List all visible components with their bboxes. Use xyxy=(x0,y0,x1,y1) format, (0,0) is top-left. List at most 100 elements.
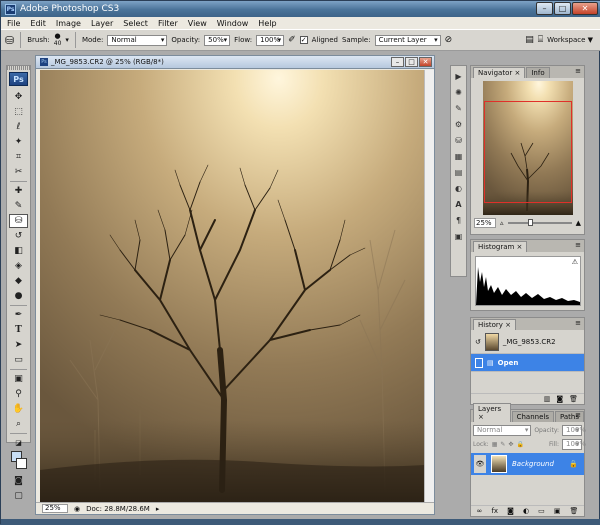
eraser-tool-icon[interactable]: ◧ xyxy=(9,244,28,258)
history-snapshot-row[interactable]: ↺ _MG_9853.CR2 xyxy=(471,330,584,354)
zoom-tool-icon[interactable]: ⌕ xyxy=(9,417,28,431)
ignore-adjustment-layers-icon[interactable]: ⊘ xyxy=(445,35,453,45)
hand-tool-icon[interactable]: ✋ xyxy=(9,402,28,416)
layer-style-icon[interactable]: fx xyxy=(491,507,498,515)
opacity-input[interactable]: 50% xyxy=(204,34,231,46)
default-colors-icon[interactable]: ◪ xyxy=(9,436,28,450)
menu-filter[interactable]: Filter xyxy=(158,19,178,28)
panel-menu-icon[interactable]: ≡ xyxy=(575,319,581,327)
type-tool-icon[interactable]: T xyxy=(9,323,28,337)
clone-source-icon[interactable]: ⛁ xyxy=(452,134,465,146)
status-info-icon[interactable]: ◉ xyxy=(74,505,80,513)
magic-wand-tool-icon[interactable]: ✦ xyxy=(9,135,28,149)
airbrush-icon[interactable]: ✐ xyxy=(288,35,296,45)
zoom-level-field[interactable]: 25% xyxy=(42,504,68,513)
history-step-row[interactable]: ▤ Open xyxy=(471,354,584,372)
tool-presets-icon[interactable]: ⚙ xyxy=(452,118,465,130)
lasso-tool-icon[interactable]: ℓ xyxy=(9,120,28,134)
brush-picker[interactable]: ● 40 xyxy=(54,33,62,48)
sample-select[interactable]: Current Layer xyxy=(374,34,441,46)
screen-mode-icon[interactable]: ▢ xyxy=(9,489,28,503)
navigator-thumbnail[interactable] xyxy=(482,81,573,215)
styles-panel-icon[interactable]: ▦ xyxy=(452,150,465,162)
navigator-view-box[interactable] xyxy=(483,101,572,203)
delete-state-icon[interactable]: 🗑 xyxy=(569,395,578,403)
move-tool-icon[interactable]: ✥ xyxy=(9,90,28,104)
tab-info[interactable]: Info xyxy=(526,67,550,78)
close-button[interactable]: ✕ xyxy=(572,2,598,15)
zoom-out-icon[interactable]: ▵ xyxy=(500,219,504,227)
menu-layer[interactable]: Layer xyxy=(91,19,113,28)
layer-visibility-eye-icon[interactable]: 👁 xyxy=(474,455,486,473)
clone-stamp-tool-icon[interactable]: ⛁ xyxy=(5,34,14,47)
menu-window[interactable]: Window xyxy=(217,19,249,28)
tab-navigator[interactable]: Navigator × xyxy=(473,67,526,78)
mode-select[interactable]: Normal xyxy=(107,34,168,46)
shape-tool-icon[interactable]: ▭ xyxy=(9,353,28,367)
paragraph-panel-icon[interactable]: ¶ xyxy=(452,214,465,226)
notes-tool-icon[interactable]: ▣ xyxy=(9,372,28,386)
eyedropper-tool-icon[interactable]: ⚲ xyxy=(9,387,28,401)
layer-row-background[interactable]: 👁 Background 🔒 xyxy=(471,453,584,475)
slider-thumb[interactable] xyxy=(527,219,533,226)
panel-menu-icon[interactable]: ≡ xyxy=(575,241,581,249)
zoom-in-icon[interactable]: ▲ xyxy=(576,219,581,227)
image-canvas[interactable] xyxy=(40,70,425,502)
panel-grip[interactable] xyxy=(7,66,30,70)
history-brush-tool-icon[interactable]: ↺ xyxy=(9,229,28,243)
brush-tool-icon[interactable]: ✎ xyxy=(9,199,28,213)
lock-position-icon[interactable]: ✥ xyxy=(508,441,513,448)
maximize-button[interactable]: □ xyxy=(554,2,571,15)
color-swatches[interactable] xyxy=(9,451,28,473)
background-color-swatch[interactable] xyxy=(16,458,27,469)
delete-layer-icon[interactable]: 🗑 xyxy=(570,507,579,515)
crop-tool-icon[interactable]: ⌗ xyxy=(9,150,28,164)
workspace-menu[interactable]: Workspace ▼ xyxy=(547,36,593,44)
link-layers-icon[interactable]: ∞ xyxy=(477,507,483,515)
new-snapshot-icon[interactable]: ◙ xyxy=(556,395,563,403)
navigator-zoom-slider[interactable] xyxy=(507,219,572,226)
menu-edit[interactable]: Edit xyxy=(30,19,46,28)
layer-opacity-input[interactable]: 100% xyxy=(562,425,586,436)
character-panel-icon[interactable]: A xyxy=(452,198,465,210)
doc-maximize-button[interactable]: □ xyxy=(405,57,418,67)
menu-file[interactable]: File xyxy=(7,19,20,28)
minimize-button[interactable]: – xyxy=(536,2,553,15)
navigator-panel-icon[interactable]: ▶ xyxy=(452,70,465,82)
photoshop-logo[interactable]: Ps xyxy=(9,72,28,86)
layer-comps-icon[interactable]: ▣ xyxy=(452,230,465,242)
menu-image[interactable]: Image xyxy=(56,19,81,28)
menu-help[interactable]: Help xyxy=(258,19,276,28)
dodge-tool-icon[interactable]: ● xyxy=(9,289,28,303)
doc-close-button[interactable]: ✕ xyxy=(419,57,432,67)
navigator-zoom-field[interactable]: 25% xyxy=(474,218,496,228)
doc-minimize-button[interactable]: – xyxy=(391,57,404,67)
status-menu-arrow-icon[interactable]: ▸ xyxy=(156,505,160,513)
blur-tool-icon[interactable]: ◆ xyxy=(9,274,28,288)
quick-mask-icon[interactable]: ◙ xyxy=(9,474,28,488)
marquee-tool-icon[interactable]: ⬚ xyxy=(9,105,28,119)
menu-view[interactable]: View xyxy=(188,19,207,28)
warning-icon[interactable]: ⚠ xyxy=(572,258,578,266)
actions-panel-icon[interactable]: ✺ xyxy=(452,86,465,98)
paint-bucket-tool-icon[interactable]: ◈ xyxy=(9,259,28,273)
flow-input[interactable]: 100% xyxy=(256,34,285,46)
clone-stamp-tool-icon[interactable]: ⛁ xyxy=(9,214,28,228)
panel-menu-icon[interactable]: ≡ xyxy=(575,411,581,419)
path-selection-tool-icon[interactable]: ➤ xyxy=(9,338,28,352)
color-panel-icon[interactable]: ◐ xyxy=(452,182,465,194)
new-group-icon[interactable]: ▭ xyxy=(538,507,545,515)
swatches-panel-icon[interactable]: ▤ xyxy=(452,166,465,178)
adjustment-layer-icon[interactable]: ◐ xyxy=(523,507,529,515)
new-document-from-state-icon[interactable]: ▥ xyxy=(544,395,551,403)
palette-well-icon[interactable]: ▤ xyxy=(525,35,534,45)
blend-mode-select[interactable]: Normal xyxy=(473,425,532,436)
brush-dropdown-icon[interactable]: ▾ xyxy=(65,36,69,44)
lock-transparency-icon[interactable]: ▦ xyxy=(492,441,498,448)
tab-channels[interactable]: Channels xyxy=(511,411,554,422)
aligned-checkbox[interactable]: ✓ xyxy=(299,36,308,44)
lock-pixels-icon[interactable]: ✎ xyxy=(500,441,505,448)
history-brush-source-icon[interactable]: ↺ xyxy=(475,338,481,346)
fill-input[interactable]: 100% xyxy=(562,439,586,450)
brushes-panel-icon[interactable]: ✎ xyxy=(452,102,465,114)
